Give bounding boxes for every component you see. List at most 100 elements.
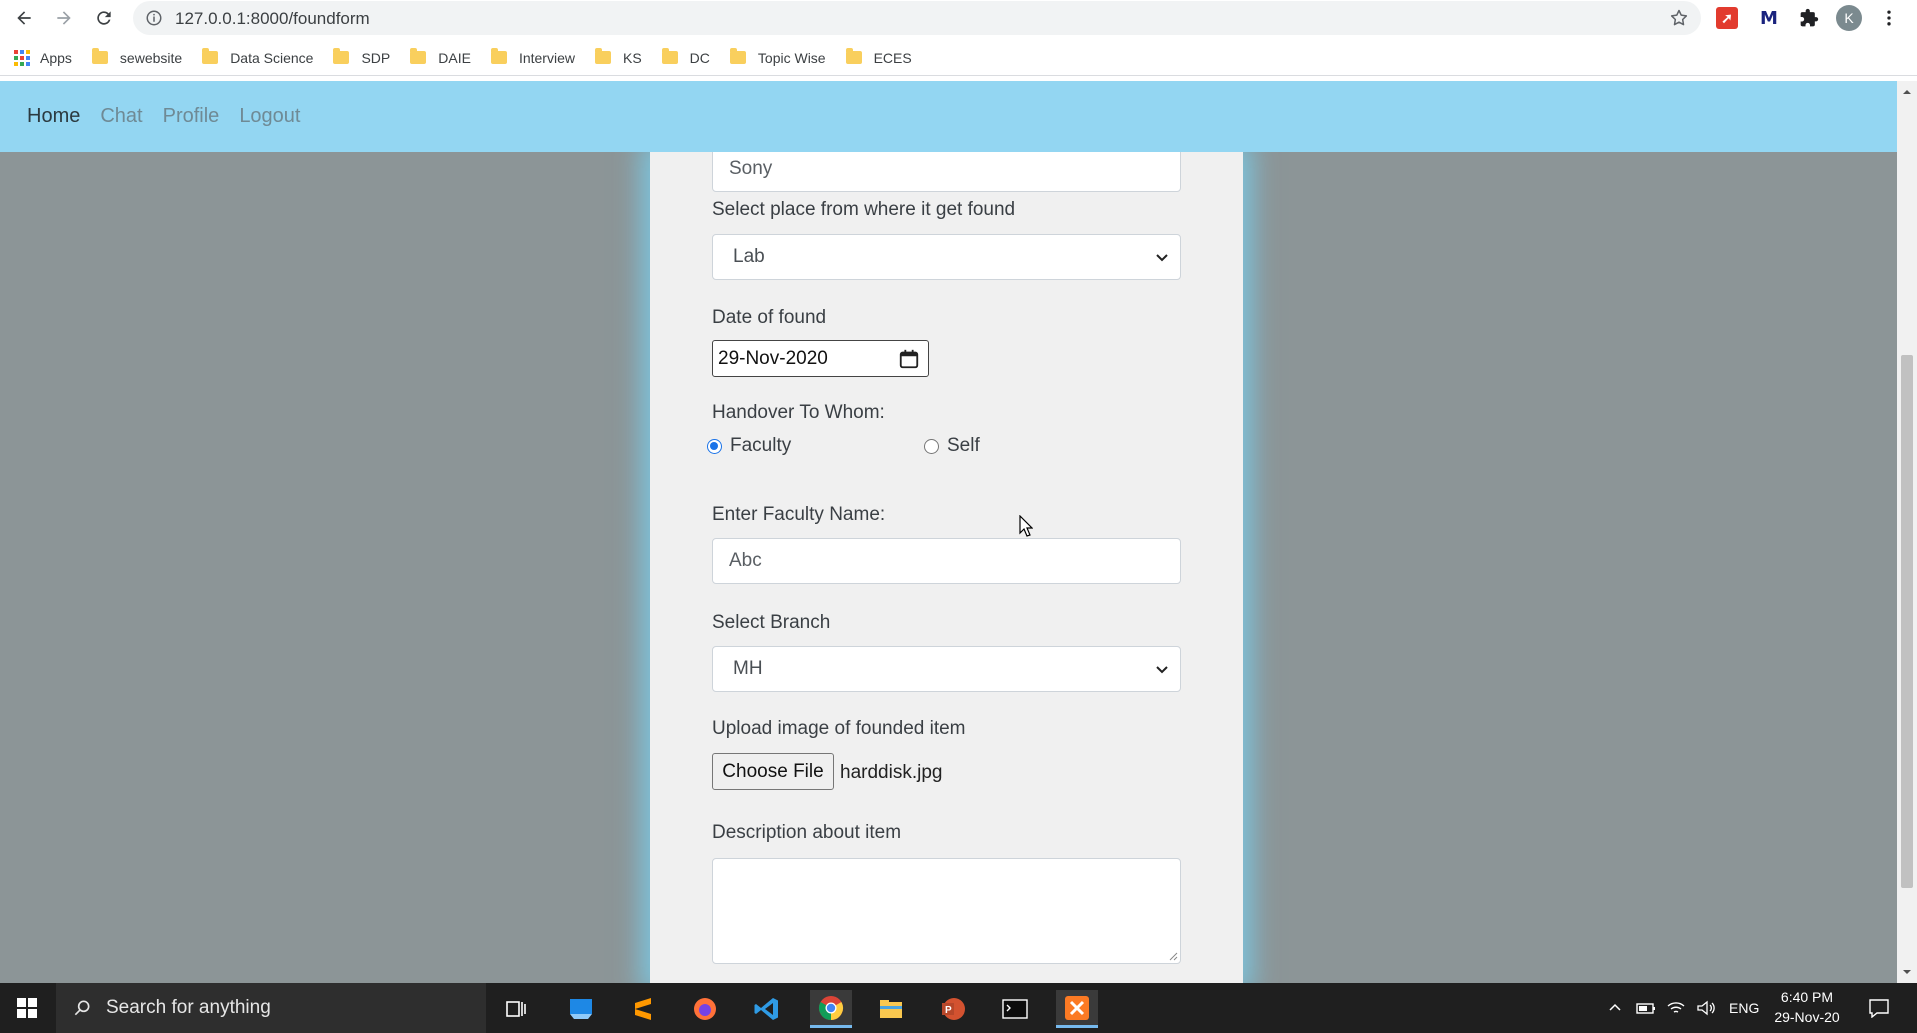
bookmark-label: Apps [40,49,72,66]
faculty-name-field[interactable]: Abc [712,538,1181,584]
scroll-down-icon[interactable] [1902,967,1912,977]
upload-label: Upload image of founded item [712,718,966,739]
battery-icon[interactable] [1636,983,1656,1033]
terminal-icon[interactable] [996,990,1034,1028]
bookmark-ks[interactable]: KS [594,46,642,70]
bookmark-apps[interactable]: Apps [14,46,72,70]
powerpoint-icon[interactable]: P [934,990,972,1028]
date-field[interactable]: 29-Nov-2020 [712,340,929,377]
volume-icon[interactable] [1696,983,1716,1033]
bookmark-interview[interactable]: Interview [490,46,575,70]
folder-icon [845,48,862,64]
nav-logout[interactable]: Logout [239,105,300,128]
bookmark-label: sewebsite [119,49,183,66]
vscode-icon[interactable] [748,990,786,1028]
resize-grip-icon[interactable] [1168,951,1178,961]
remote-desktop-icon[interactable] [562,990,600,1028]
place-select-value: Lab [733,246,765,267]
chevron-down-icon [1156,666,1168,674]
branch-select-value: MH [733,658,763,679]
svg-text:P: P [945,1005,952,1016]
search-placeholder: Search for anything [106,997,271,1018]
bookmark-label: Interview [518,49,575,66]
nav-profile[interactable]: Profile [163,105,220,128]
sublime-text-icon[interactable] [624,990,662,1028]
calendar-icon[interactable] [898,348,920,370]
bookmark-sewebsite[interactable]: sewebsite [91,46,183,70]
browser-menu-icon[interactable] [1876,5,1902,31]
windows-start-icon[interactable] [0,983,54,1033]
wifi-icon[interactable] [1666,983,1686,1033]
page-viewport: Home Chat Profile Logout Sony Select pla… [0,81,1897,983]
choose-file-button[interactable]: Choose File [712,753,834,790]
description-label: Description about item [712,822,902,843]
extensions-puzzle-icon[interactable] [1796,5,1822,31]
firefox-icon[interactable] [686,990,724,1028]
uploaded-filename: harddisk.jpg [840,762,943,783]
place-label: Select place from where it get found [712,199,1016,220]
scrollbar-thumb[interactable] [1901,355,1913,888]
place-select[interactable]: Lab [712,234,1181,280]
nav-home[interactable]: Home [27,105,80,128]
branch-select[interactable]: MH [712,646,1181,692]
bookmarks-bar: Apps sewebsite Data Science SDP DAIE Int… [0,40,1917,76]
faculty-name-label: Enter Faculty Name: [712,504,886,525]
bookmark-daie[interactable]: DAIE [410,46,471,70]
folder-icon [410,48,427,64]
info-icon[interactable] [145,9,163,27]
bookmark-label: Data Science [230,49,314,66]
search-icon [74,1000,90,1016]
bookmark-label: DAIE [438,49,471,66]
bookmark-topic-wise[interactable]: Topic Wise [729,46,826,70]
radio-faculty[interactable]: Faculty [707,435,791,457]
profile-avatar[interactable]: K [1836,5,1862,31]
taskbar-search[interactable]: Search for anything [56,983,486,1033]
radio-button-checked[interactable] [707,438,722,454]
bookmark-data-science[interactable]: Data Science [202,46,313,70]
scroll-up-icon[interactable] [1902,87,1912,97]
show-hidden-icons[interactable] [1607,983,1623,1033]
radio-label: Faculty [730,435,792,456]
folder-icon [333,48,350,64]
notifications-icon[interactable] [1868,983,1890,1033]
folder-icon [661,48,678,64]
page-scrollbar[interactable] [1897,81,1917,983]
mouse-cursor-icon [1019,515,1033,537]
folder-icon [594,48,611,64]
bookmark-dc[interactable]: DC [661,46,710,70]
xampp-icon[interactable] [1056,990,1098,1028]
bookmark-star-icon[interactable] [1669,8,1689,28]
clock-date: 29-Nov-20 [1774,1009,1840,1025]
task-view-icon[interactable] [497,990,535,1028]
branch-label: Select Branch [712,612,831,633]
handover-label: Handover To Whom: [712,402,885,423]
forward-icon[interactable] [50,4,78,32]
reload-icon[interactable] [90,4,118,32]
bookmark-label: KS [622,49,642,66]
bookmark-label: SDP [361,49,391,66]
extension-red-icon[interactable]: ➚ [1714,5,1740,31]
folder-icon [490,48,507,64]
folder-icon [729,48,746,64]
radio-button[interactable] [924,438,939,454]
chevron-down-icon [1156,254,1168,262]
description-textarea[interactable] [712,858,1181,964]
file-explorer-icon[interactable] [872,990,910,1028]
extension-m-icon[interactable]: M [1756,5,1782,31]
language-indicator[interactable]: ENG [1729,983,1759,1033]
bookmark-eces[interactable]: ECES [845,46,912,70]
back-icon[interactable] [10,4,38,32]
system-clock[interactable]: 6:40 PM 29-Nov-20 [1768,987,1846,1027]
address-bar[interactable]: 127.0.0.1:8000/foundform [133,1,1701,35]
bookmark-sdp[interactable]: SDP [333,46,390,70]
item-name-field[interactable]: Sony [712,146,1181,192]
clock-time: 6:40 PM [1780,989,1834,1005]
url-text[interactable]: 127.0.0.1:8000/foundform [175,9,370,29]
apps-grid-icon [14,49,30,66]
chrome-icon[interactable] [810,990,852,1028]
date-value: 29-Nov-2020 [718,347,828,369]
radio-self[interactable]: Self [924,435,980,457]
browser-toolbar: 127.0.0.1:8000/foundform ➚ M K [0,0,1917,36]
nav-chat[interactable]: Chat [100,105,142,128]
radio-label: Self [947,435,980,456]
